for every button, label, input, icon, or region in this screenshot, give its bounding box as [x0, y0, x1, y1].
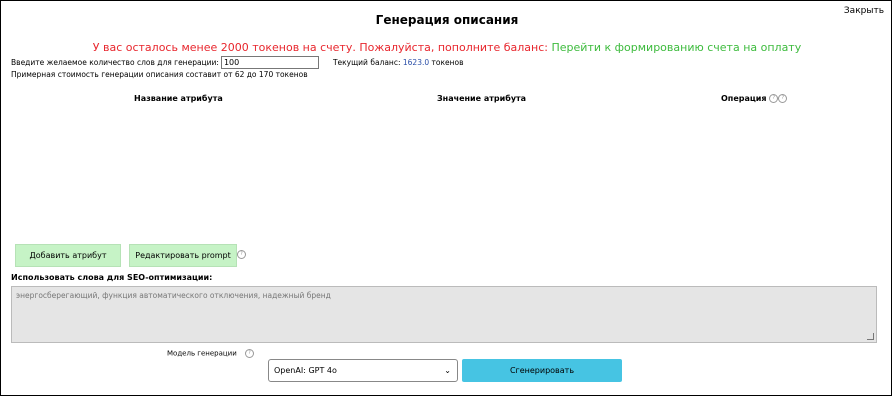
word-count-row: Введите желаемое количество слов для ген… — [11, 56, 464, 69]
dialog-title: Генерация описания — [375, 13, 519, 27]
edit-prompt-button[interactable]: Редактировать prompt — [129, 244, 237, 267]
column-header-attribute-value: Значение атрибута — [437, 94, 527, 103]
add-attribute-button[interactable]: Добавить атрибут — [15, 244, 121, 267]
model-select[interactable]: OpenAI: GPT 4o ⌄ — [268, 359, 458, 382]
warning-text: У вас осталось менее 2000 токенов на сче… — [92, 41, 552, 54]
model-label-row: Модель генерации ? — [167, 349, 254, 358]
seo-placeholder: энергосберегающий, функция автоматическо… — [16, 291, 331, 300]
invoice-link[interactable]: Перейти к формированию счета на оплату — [552, 41, 802, 54]
word-count-input[interactable] — [220, 56, 319, 69]
seo-label: Использовать слова для SEO-оптимизации: — [11, 273, 213, 282]
cost-estimate: Примерная стоимость генерации описания с… — [11, 70, 308, 79]
balance-value: 1623.0 — [402, 58, 430, 67]
question-circle-icon[interactable]: ? — [237, 250, 246, 259]
model-label: Модель генерации — [167, 349, 237, 358]
operation-label: Операция — [721, 94, 767, 103]
question-circle-icon[interactable]: ? — [245, 349, 254, 358]
chevron-down-icon: ⌄ — [444, 366, 451, 375]
column-header-operation: Операция ?? — [721, 94, 788, 103]
question-circle-icon[interactable]: ? — [769, 94, 779, 103]
balance-info: Текущий баланс: 1623.0 токенов — [333, 58, 464, 67]
column-header-attribute-name: Название атрибута — [134, 94, 223, 103]
generate-button[interactable]: Сгенерировать — [462, 359, 622, 382]
balance-unit: токенов — [431, 58, 464, 67]
resize-grip-icon[interactable] — [867, 333, 874, 340]
model-selected: OpenAI: GPT 4o — [274, 366, 337, 375]
question-circle-icon[interactable]: ? — [778, 94, 788, 103]
generation-dialog: Закрыть Генерация описания У вас осталос… — [0, 0, 892, 396]
word-count-label: Введите желаемое количество слов для ген… — [11, 58, 219, 67]
low-balance-warning: У вас осталось менее 2000 токенов на сче… — [1, 41, 892, 54]
seo-keywords-textarea[interactable]: энергосберегающий, функция автоматическо… — [11, 286, 877, 343]
balance-label: Текущий баланс: — [332, 58, 401, 67]
